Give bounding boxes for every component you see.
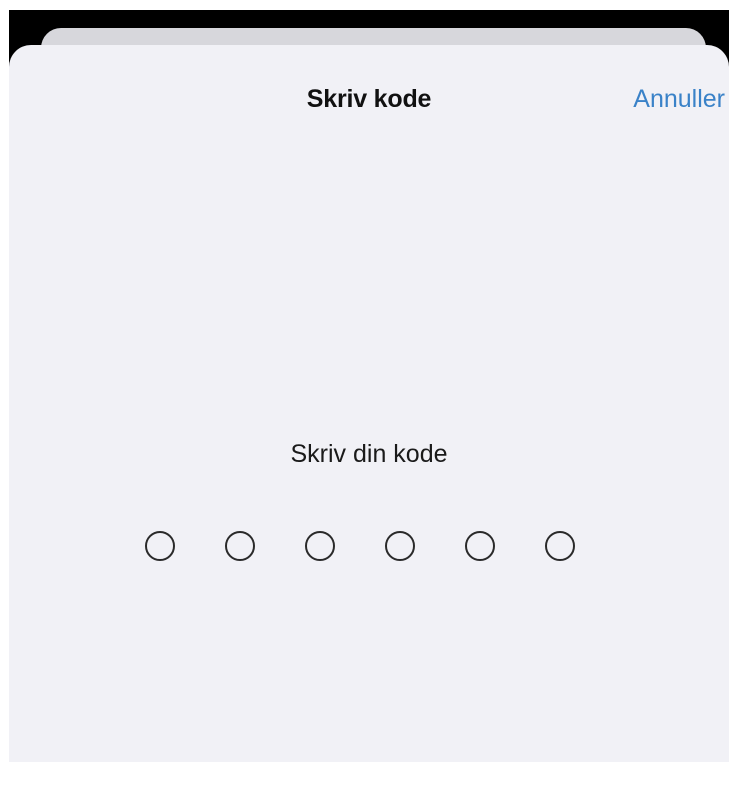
passcode-dot-1 — [145, 531, 175, 561]
passcode-dot-2 — [225, 531, 255, 561]
passcode-dot-4 — [385, 531, 415, 561]
screen: Skriv kode Annuller Skriv din kode — [0, 0, 729, 787]
page-title: Skriv kode — [306, 85, 432, 113]
passcode-prompt: Skriv din kode — [290, 440, 448, 468]
passcode-sheet: Skriv kode Annuller Skriv din kode — [9, 45, 729, 762]
cancel-button[interactable]: Annuller — [633, 85, 725, 114]
passcode-dot-5 — [465, 531, 495, 561]
passcode-dot-6 — [545, 531, 575, 561]
passcode-dot-3 — [305, 531, 335, 561]
passcode-dots — [145, 531, 575, 561]
